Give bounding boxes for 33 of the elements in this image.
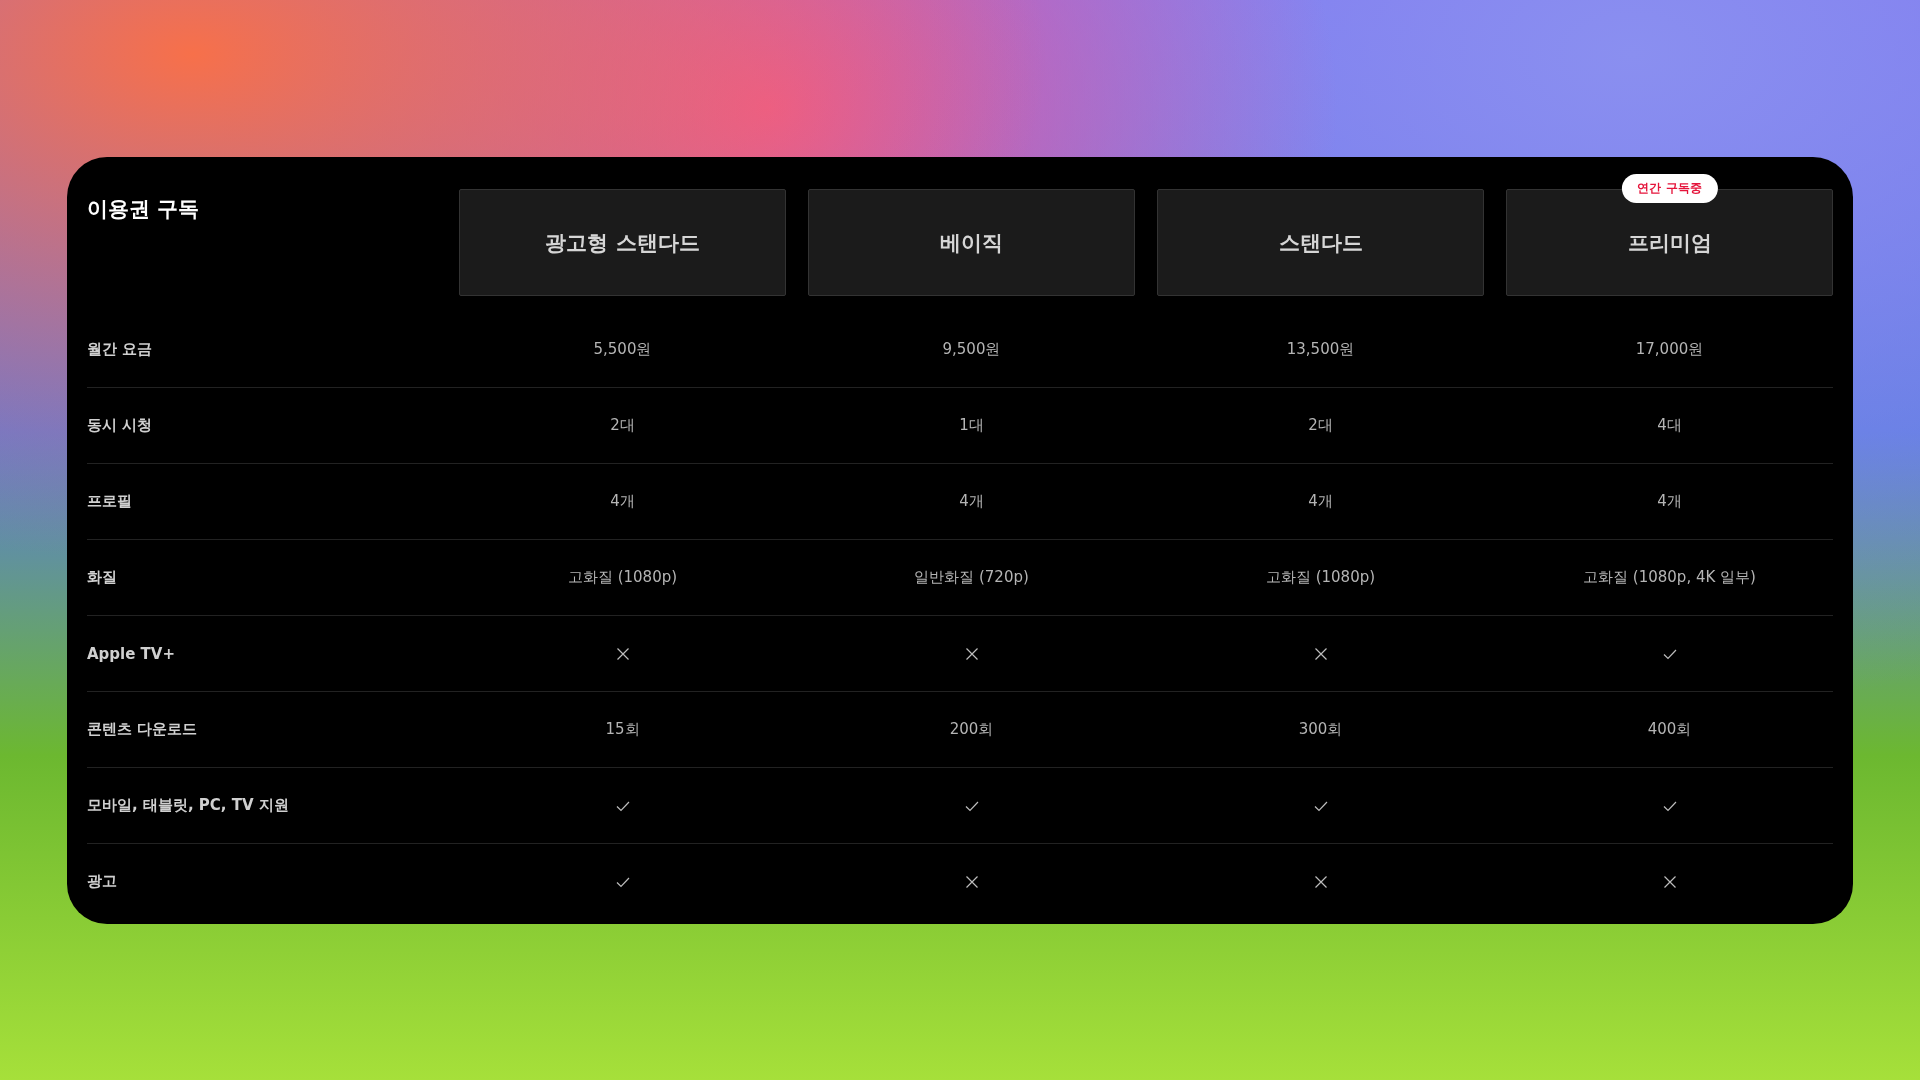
plan-header[interactable]: 광고형 스탠다드 — [459, 189, 786, 296]
table-cell: 4대 — [1657, 416, 1682, 435]
table-cell: 2대 — [1308, 416, 1333, 435]
table-cell: 일반화질 (720p) — [914, 568, 1029, 587]
card-title: 이용권 구독 — [87, 196, 201, 223]
table-cell: 4개 — [610, 492, 635, 511]
table-cell: 17,000원 — [1635, 340, 1704, 359]
table-cell: 15회 — [605, 720, 640, 739]
row-label: Apple TV+ — [87, 644, 177, 663]
row-label: 화질 — [87, 568, 118, 587]
table-cell: 고화질 (1080p, 4K 일부) — [1583, 568, 1756, 587]
row-label: 콘텐츠 다운로드 — [87, 720, 199, 739]
row-label: 프로필 — [87, 492, 133, 511]
table-cell: 400회 — [1647, 720, 1692, 739]
table-cell: 13,500원 — [1286, 340, 1355, 359]
table-cell: 4개 — [959, 492, 984, 511]
row-label: 광고 — [87, 872, 118, 891]
plan-header[interactable]: 스탠다드 — [1157, 189, 1484, 296]
plan-header[interactable]: 베이직 — [808, 189, 1135, 296]
table-cell: 1대 — [959, 416, 984, 435]
table-cell: 4개 — [1657, 492, 1682, 511]
table-cell: 300회 — [1298, 720, 1343, 739]
table-cell: 고화질 (1080p) — [567, 568, 678, 587]
subscription-badge: 연간 구독중 — [1621, 174, 1718, 203]
table-cell: 2대 — [610, 416, 635, 435]
table-cell: 4개 — [1308, 492, 1333, 511]
row-label: 모바일, 태블릿, PC, TV 지원 — [87, 796, 290, 815]
table-cell: 200회 — [949, 720, 994, 739]
table-cell: 고화질 (1080p) — [1265, 568, 1376, 587]
row-label: 월간 요금 — [87, 340, 154, 359]
table-cell: 5,500원 — [593, 340, 652, 359]
row-label: 동시 시청 — [87, 416, 154, 435]
table-cell: 9,500원 — [942, 340, 1001, 359]
